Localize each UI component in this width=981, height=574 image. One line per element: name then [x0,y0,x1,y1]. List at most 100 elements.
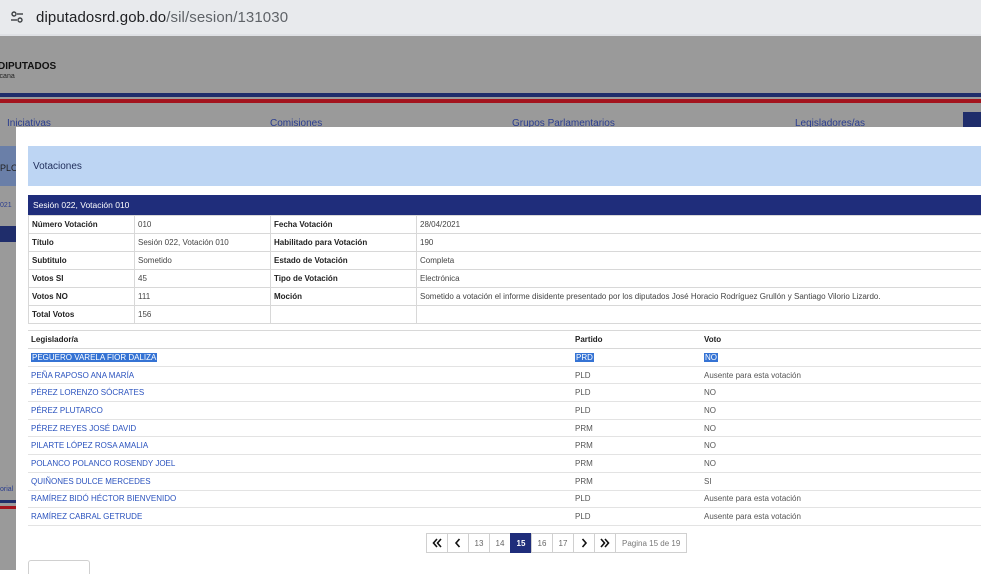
bg-left-label-3: orial [0,486,13,493]
vote-cell: NO [704,388,716,397]
logo-subtitle: icana [0,72,56,82]
legislator-name[interactable]: PÉREZ PLUTARCO [31,406,103,415]
nav-button[interactable] [963,112,981,128]
info-label: Número Votación [29,216,135,234]
party-cell: PLD [575,512,591,521]
info-value: 28/04/2021 [417,216,981,234]
info-label: Fecha Votación [271,216,417,234]
legislator-name-cell: RAMÍREZ CABRAL GETRUDE [28,508,572,526]
info-label: Estado de Votación [271,252,417,270]
legislator-name-cell: PÉREZ LORENZO SÓCRATES [28,384,572,402]
legislator-name[interactable]: RAMÍREZ BIDÓ HÉCTOR BIENVENIDO [31,494,176,503]
page-17[interactable]: 17 [552,533,574,553]
legislator-name-cell: PILARTE LÓPEZ ROSA AMALIA [28,437,572,455]
double-chevron-left-icon [432,538,442,548]
party-cell-cell: PLD [572,490,701,508]
legislator-name[interactable]: PEGUERO VARELA FIOR DALIZA [31,353,157,362]
vote-cell-cell: SI [701,472,981,490]
party-cell-cell: PRM [572,472,701,490]
previous-page-button[interactable] [447,533,469,553]
legislator-name-cell: RAMÍREZ BIDÓ HÉCTOR BIENVENIDO [28,490,572,508]
info-row: TítuloSesión 022, Votación 010Habilitado… [29,234,981,252]
vote-cell: NO [704,424,716,433]
modal-header: Votaciones [28,146,981,186]
vote-cell-cell: Ausente para esta votación [701,508,981,526]
vote-cell-cell: NO [701,384,981,402]
info-value: 111 [135,288,271,306]
party-cell-cell: PLD [572,402,701,420]
legislator-name[interactable]: PEÑA RAPOSO ANA MARÍA [31,371,134,380]
legislator-name[interactable]: PÉREZ LORENZO SÓCRATES [31,388,144,397]
chevron-right-icon [579,538,589,548]
party-cell: PRD [575,353,594,362]
legislator-name-cell: PEGUERO VARELA FIOR DALIZA [28,349,572,367]
chevron-left-icon [453,538,463,548]
vote-cell: Ausente para esta votación [704,512,801,521]
info-row: SubtituloSometidoEstado de VotaciónCompl… [29,252,981,270]
info-label: Total Votos [29,306,135,324]
table-row: RAMÍREZ BIDÓ HÉCTOR BIENVENIDO PLDAusente… [28,490,981,508]
legislator-name[interactable]: PILARTE LÓPEZ ROSA AMALIA [31,441,148,450]
info-value: Electrónica [417,270,981,288]
url-domain: diputadosrd.gob.do [36,9,166,26]
column-header-legislador[interactable]: Legislador/a [28,331,572,349]
table-row: PÉREZ PLUTARCOPLDNO [28,402,981,420]
vote-cell: NO [704,441,716,450]
page-info: Pagina 15 de 19 [615,533,687,553]
browser-chrome: diputadosrd.gob.do/sil/sesion/131030 [0,0,981,36]
site-settings-icon[interactable] [8,8,26,26]
vote-cell-cell: Ausente para esta votación [701,490,981,508]
info-value: Sesión 022, Votación 010 [135,234,271,252]
url-text[interactable]: diputadosrd.gob.do/sil/sesion/131030 [36,9,288,26]
next-page-button[interactable] [573,533,595,553]
bg-left-block-2 [0,226,16,242]
info-row: Votos SI45Tipo de VotaciónElectrónica [29,270,981,288]
info-value: Sometido a votación el informe disidente… [417,288,981,306]
info-value: 190 [417,234,981,252]
info-label: Moción [271,288,417,306]
info-label: Habilitado para Votación [271,234,417,252]
legislator-name[interactable]: PÉREZ REYES JOSÉ DAVID [31,424,136,433]
info-value [417,306,981,324]
legislator-name-cell: PEÑA RAPOSO ANA MARÍA [28,366,572,384]
column-header-voto[interactable]: Voto [701,331,981,349]
legislator-name[interactable]: POLANCO POLANCO ROSENDY JOEL [31,459,175,468]
first-page-button[interactable] [426,533,448,553]
vote-cell-cell: NO [701,349,981,367]
url-path: /sil/sesion/131030 [166,9,288,26]
page-13[interactable]: 13 [468,533,490,553]
page-16[interactable]: 16 [531,533,553,553]
legislator-name[interactable]: QUIÑONES DULCE MERCEDES [31,477,151,486]
party-cell: PRM [575,441,593,450]
pagination: 13 14 15 16 17 Pagina 15 de 19 [427,533,687,553]
vote-cell: SI [704,477,712,486]
column-header-partido[interactable]: Partido [572,331,701,349]
legislator-name[interactable]: RAMÍREZ CABRAL GETRUDE [31,512,142,521]
header-stripe-blue [0,93,981,97]
address-bar[interactable]: diputadosrd.gob.do/sil/sesion/131030 [0,0,981,34]
vote-cell: Ausente para esta votación [704,494,801,503]
vote-cell: Ausente para esta votación [704,371,801,380]
vote-cell-cell: NO [701,437,981,455]
info-value: 45 [135,270,271,288]
party-cell-cell: PLD [572,366,701,384]
last-page-button[interactable] [594,533,616,553]
bg-left-label-2: 021 [0,202,12,209]
party-cell-cell: PRM [572,455,701,473]
info-row: Votos NO111MociónSometido a votación el … [29,288,981,306]
vote-cell-cell: Ausente para esta votación [701,366,981,384]
table-row: PÉREZ LORENZO SÓCRATESPLDNO [28,384,981,402]
party-cell-cell: PRM [572,437,701,455]
page-15-current[interactable]: 15 [510,533,532,553]
table-header-row: Legislador/a Partido Voto [28,331,981,349]
modal-title: Votaciones [33,161,82,172]
section-title: Sesión 022, Votación 010 [28,195,981,215]
legislator-name-cell: QUIÑONES DULCE MERCEDES [28,472,572,490]
header-stripe-red [0,99,981,103]
page-14[interactable]: 14 [489,533,511,553]
info-row: Total Votos156 [29,306,981,324]
legislator-name-cell: PÉREZ PLUTARCO [28,402,572,420]
bottom-button[interactable] [28,560,90,574]
table-row: RAMÍREZ CABRAL GETRUDE PLD Ausente para es… [28,508,981,526]
info-label: Subtitulo [29,252,135,270]
